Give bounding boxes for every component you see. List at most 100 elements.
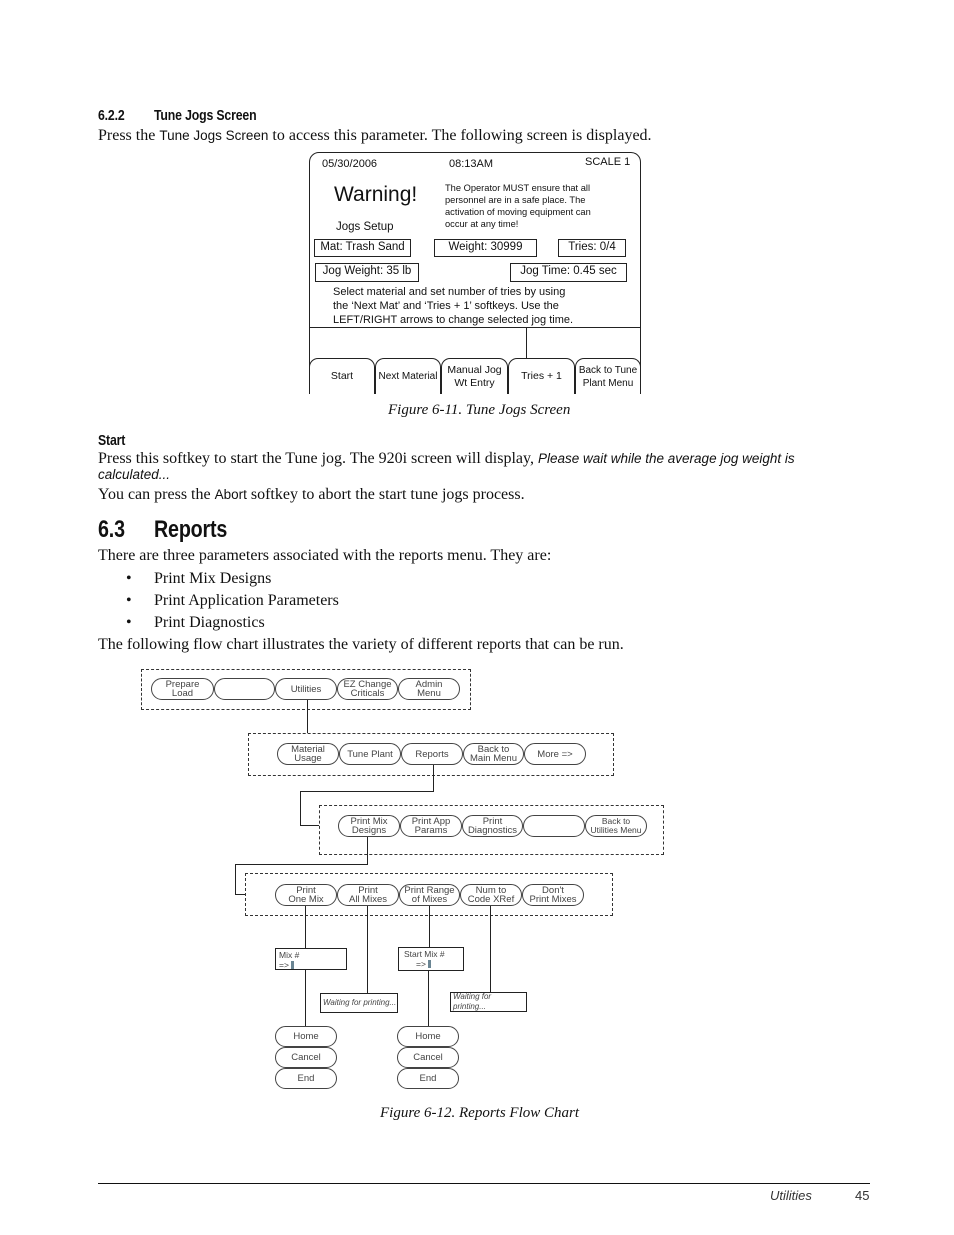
intro-prefix: Press the bbox=[98, 127, 160, 144]
connector bbox=[305, 906, 306, 948]
softkey-back-to-tune-plant-menu[interactable]: Back to Tune Plant Menu bbox=[575, 358, 641, 394]
connector bbox=[433, 765, 434, 792]
start-heading: Start bbox=[98, 432, 126, 449]
softkey-label: Wt Entry bbox=[454, 376, 495, 389]
wait-message: Please wait while the average jog weight… bbox=[537, 451, 795, 466]
warning-title: Warning! bbox=[334, 183, 418, 206]
start-text: Press this softkey to start the Tune jog… bbox=[98, 450, 538, 467]
screen-divider bbox=[310, 327, 640, 328]
screen-scale: SCALE 1 bbox=[585, 156, 631, 168]
warning-message: The Operator MUST ensure that all person… bbox=[445, 182, 591, 230]
screen-time: 08:13AM bbox=[449, 158, 494, 170]
tune-jogs-screen: 05/30/2006 08:13AM SCALE 1 Warning! Jogs… bbox=[309, 152, 641, 394]
softkey-label: Plant Menu bbox=[582, 377, 634, 389]
bullet-print-mix-designs: Print Mix Designs bbox=[154, 570, 272, 587]
softkey-next-material[interactable]: Next Material bbox=[375, 358, 441, 394]
mix-number-prompt[interactable]: Mix # => bbox=[275, 948, 347, 970]
home-button[interactable]: Home bbox=[397, 1026, 459, 1047]
softkey-tries-plus-1[interactable]: Tries + 1 bbox=[508, 358, 575, 394]
bullet-dot: • bbox=[126, 614, 132, 631]
material-field: Mat: Trash Sand bbox=[314, 239, 411, 257]
intro-key-name: Tune Jogs Screen bbox=[159, 128, 269, 143]
menu-print-diagnostics[interactable]: Print Diagnostics bbox=[462, 815, 523, 837]
abort-text: softkey to abort the start tune jogs pro… bbox=[246, 486, 525, 503]
menu-ez-change-criticals[interactable]: EZ Change Criticals bbox=[337, 678, 398, 700]
warning-line: personnel are in a safe place. The bbox=[445, 195, 586, 205]
menu-blank[interactable] bbox=[523, 815, 585, 837]
footer-page-number: 45 bbox=[855, 1188, 870, 1203]
abort-key-name: Abort bbox=[214, 487, 247, 502]
connector bbox=[367, 906, 368, 993]
footer-section-name: Utilities bbox=[770, 1188, 812, 1203]
menu-prepare-load[interactable]: Prepare Load bbox=[151, 678, 214, 700]
menu-print-app-params[interactable]: Print App Params bbox=[400, 815, 462, 837]
warning-line: occur at any time! bbox=[445, 219, 519, 229]
connector bbox=[305, 970, 306, 1027]
menu-back-to-main-menu[interactable]: Back to Main Menu bbox=[463, 743, 524, 765]
footer-rule bbox=[98, 1183, 870, 1184]
connector bbox=[235, 864, 236, 895]
instruction-line: LEFT/RIGHT arrows to change selected jog… bbox=[333, 314, 574, 326]
connector bbox=[307, 700, 308, 733]
section-title-tune-jogs: Tune Jogs Screen bbox=[154, 107, 257, 124]
menu-tune-plant[interactable]: Tune Plant bbox=[339, 743, 401, 765]
menu-dont-print-mixes[interactable]: Don't Print Mixes bbox=[522, 884, 584, 906]
softkey-label: Start bbox=[330, 370, 354, 382]
menu-print-all-mixes[interactable]: Print All Mixes bbox=[337, 884, 399, 906]
cancel-button[interactable]: Cancel bbox=[397, 1047, 459, 1068]
softkey-manual-jog-wt-entry[interactable]: Manual Jog Wt Entry bbox=[441, 358, 508, 394]
bullet-print-diagnostics: Print Diagnostics bbox=[154, 614, 265, 631]
connector bbox=[300, 791, 434, 792]
menu-print-mix-designs[interactable]: Print Mix Designs bbox=[338, 815, 400, 837]
flowchart-intro: The following flow chart illustrates the… bbox=[98, 636, 624, 653]
menu-admin-menu[interactable]: Admin Menu bbox=[398, 678, 460, 700]
screen-instructions: Select material and set number of tries … bbox=[333, 285, 573, 327]
prompt-label: Mix # bbox=[279, 950, 300, 960]
instruction-line: the ‘Next Mat’ and ‘Tries + 1’ softkeys.… bbox=[333, 300, 559, 312]
menu-back-to-utilities-menu[interactable]: Back to Utilities Menu bbox=[585, 815, 647, 837]
cancel-button[interactable]: Cancel bbox=[275, 1047, 337, 1068]
softkey-label: Manual Jog bbox=[447, 363, 502, 376]
menu-utilities[interactable]: Utilities bbox=[275, 678, 337, 700]
menu-more[interactable]: More => bbox=[524, 743, 586, 765]
bullet-dot: • bbox=[126, 592, 132, 609]
figure-6-11-caption: Figure 6-11. Tune Jogs Screen bbox=[388, 402, 571, 418]
menu-reports[interactable]: Reports bbox=[401, 743, 463, 765]
connector bbox=[490, 906, 491, 993]
section-622-intro: Press the Tune Jogs Screen to access thi… bbox=[98, 126, 652, 146]
waiting-for-printing-message: Waiting for printing... bbox=[320, 993, 398, 1013]
connector bbox=[367, 837, 368, 864]
menu-material-usage[interactable]: Material Usage bbox=[277, 743, 339, 765]
softkey-label: Tries + 1 bbox=[521, 370, 562, 382]
connector bbox=[300, 791, 301, 826]
text-cursor bbox=[427, 960, 431, 968]
start-mix-number-prompt[interactable]: Start Mix # => bbox=[398, 947, 464, 971]
screen-date: 05/30/2006 bbox=[322, 158, 378, 170]
end-button[interactable]: End bbox=[275, 1068, 337, 1089]
prompt-arrow: => bbox=[279, 960, 289, 970]
weight-field: Weight: 30999 bbox=[434, 239, 537, 257]
bullet-print-application-parameters: Print Application Parameters bbox=[154, 592, 339, 609]
tries-field: Tries: 0/4 bbox=[558, 239, 626, 257]
jogs-setup-label: Jogs Setup bbox=[336, 221, 394, 233]
menu-print-one-mix[interactable]: Print One Mix bbox=[275, 884, 337, 906]
menu-print-range-of-mixes[interactable]: Print Range of Mixes bbox=[399, 884, 460, 906]
connector bbox=[300, 825, 319, 826]
section-number-622: 6.2.2 bbox=[98, 107, 125, 124]
wait-message-continued: calculated... bbox=[98, 467, 171, 482]
prompt-arrow: => bbox=[416, 959, 426, 969]
softkey-start[interactable]: Start bbox=[309, 358, 375, 394]
screen-divider-vertical bbox=[526, 327, 527, 358]
softkey-label: Back to Tune bbox=[578, 364, 638, 376]
menu-num-to-code-xref[interactable]: Num to Code XRef bbox=[460, 884, 522, 906]
start-paragraph-line1: Press this softkey to start the Tune jog… bbox=[98, 449, 795, 469]
menu-blank[interactable] bbox=[214, 678, 275, 700]
home-button[interactable]: Home bbox=[275, 1026, 337, 1047]
figure-6-12-caption: Figure 6-12. Reports Flow Chart bbox=[380, 1105, 580, 1121]
waiting-for-printing-message: Waiting for printing... bbox=[450, 992, 527, 1012]
reports-intro: There are three parameters associated wi… bbox=[98, 547, 552, 564]
softkey-label: Next Material bbox=[378, 371, 438, 382]
text-cursor bbox=[290, 961, 294, 969]
prompt-entry: => bbox=[404, 959, 458, 969]
end-button[interactable]: End bbox=[397, 1068, 459, 1089]
